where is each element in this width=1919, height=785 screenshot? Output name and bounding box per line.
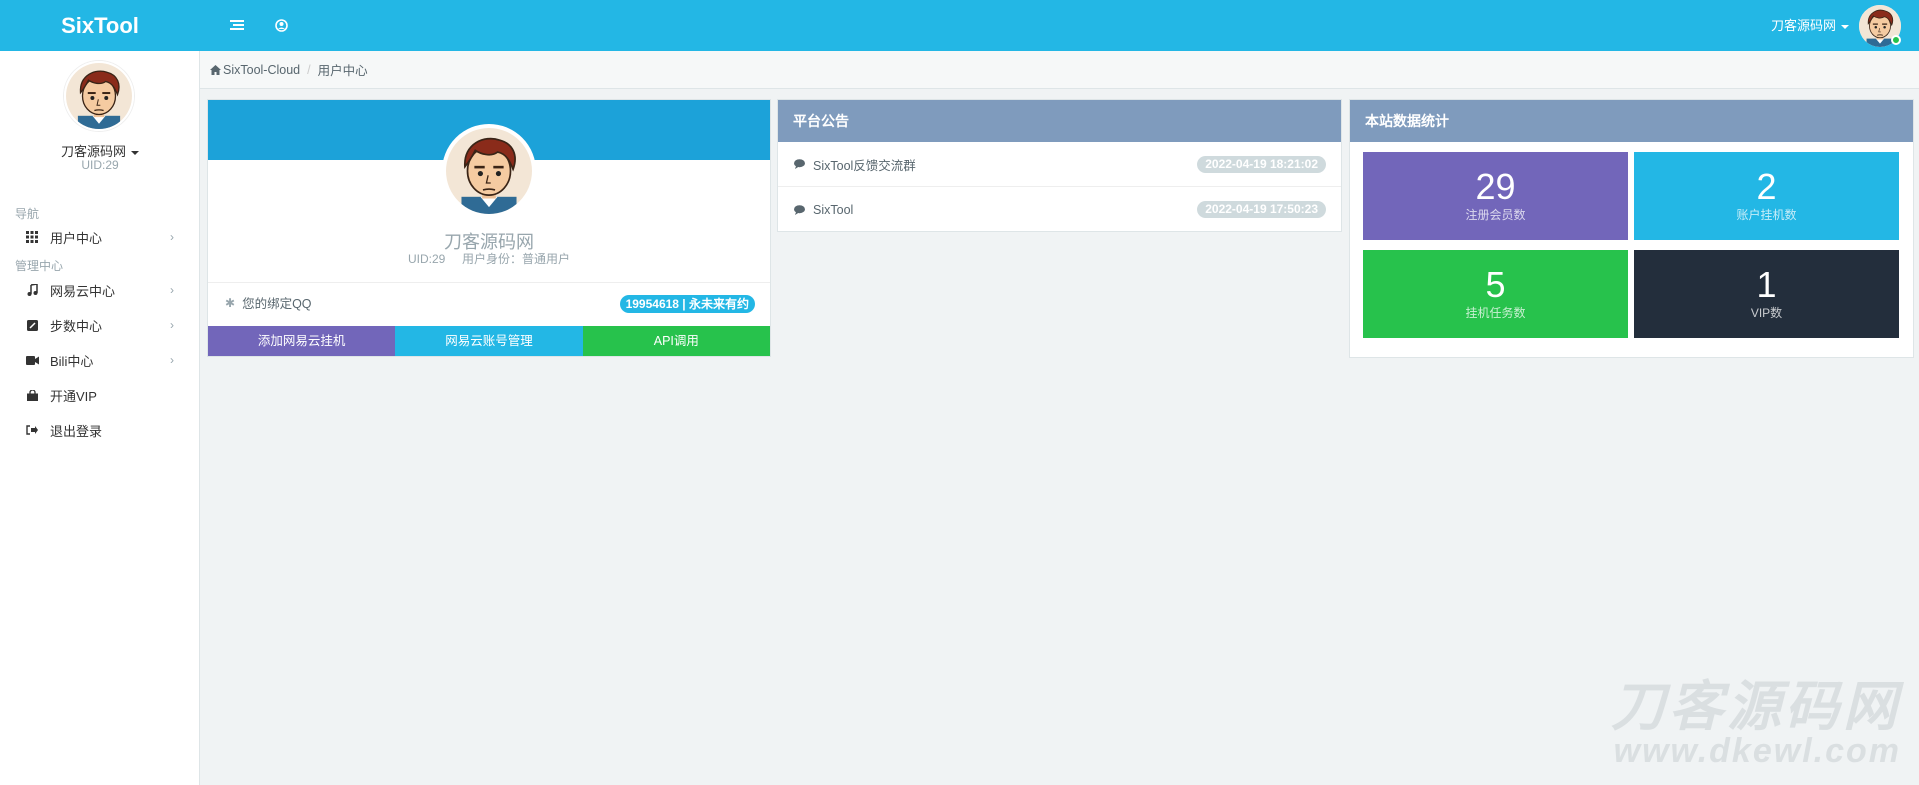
qq-label: 您的绑定QQ xyxy=(242,297,312,311)
notice-panel: 平台公告 SixTool反馈交流群 2022-04-19 18:21:02 Si… xyxy=(777,99,1342,232)
notice-item[interactable]: SixTool 2022-04-19 17:50:23 xyxy=(778,187,1341,232)
shopping-bag-icon xyxy=(24,387,40,403)
stat-hang-tasks: 5 挂机任务数 xyxy=(1363,250,1628,338)
sidebar-avatar[interactable] xyxy=(64,61,134,131)
watermark: 刀客源码网 www.dkewl.com xyxy=(1611,680,1901,768)
sidebar-item-steps[interactable]: 步数中心 › xyxy=(0,309,200,341)
notice-time: 2022-04-19 17:50:23 xyxy=(1197,201,1326,218)
sidebar: 刀客源码网 UID:29 导航 用户中心 › 管理中心 网易云中心 › 步数中心… xyxy=(0,51,200,785)
netease-account-manage-button[interactable]: 网易云账号管理 xyxy=(395,326,583,356)
comment-icon xyxy=(794,204,805,215)
logout-icon xyxy=(24,422,40,438)
comment-icon xyxy=(794,159,805,169)
chevron-down-icon xyxy=(1841,24,1849,29)
stat-label: 账户挂机数 xyxy=(1736,208,1797,222)
profile-uid-role: UID:29 用户身份：普通用户 xyxy=(407,252,571,266)
sidebar-item-label: 步数中心 xyxy=(50,318,103,334)
watermark-url: www.dkewl.com xyxy=(1613,732,1901,770)
nav-section-header: 导航 xyxy=(15,207,40,221)
notice-text: SixTool xyxy=(813,202,854,217)
action-buttons: 添加网易云挂机 网易云账号管理 API调用 xyxy=(208,326,770,356)
notice-title: 平台公告 xyxy=(778,100,1341,142)
stat-vip-count: 1 VIP数 xyxy=(1634,250,1899,338)
sidebar-item-logout[interactable]: 退出登录 xyxy=(0,414,200,446)
online-status-dot xyxy=(1891,35,1901,45)
breadcrumb-current: 用户中心 xyxy=(317,64,368,78)
top-navbar: SixTool 刀客源码网 xyxy=(0,0,1919,51)
sidebar-item-vip[interactable]: 开通VIP xyxy=(0,379,200,411)
user-dropdown[interactable]: 刀客源码网 xyxy=(1771,0,1849,51)
sidebar-item-bili[interactable]: Bili中心 › xyxy=(0,344,200,376)
sidebar-item-label: 网易云中心 xyxy=(50,283,116,299)
notice-text: SixTool反馈交流群 xyxy=(813,158,916,173)
qq-binding-row: ✱ 您的绑定QQ 19954618 | 永未来有约 xyxy=(208,282,770,322)
grid-icon xyxy=(24,229,40,245)
sidebar-item-label: 开通VIP xyxy=(50,388,97,404)
stat-label: VIP数 xyxy=(1750,306,1783,320)
stats-title: 本站数据统计 xyxy=(1350,100,1913,142)
notice-time: 2022-04-19 18:21:02 xyxy=(1197,156,1326,173)
stat-label: 注册会员数 xyxy=(1465,208,1526,222)
chevron-down-icon xyxy=(131,150,139,155)
user-name: 刀客源码网 xyxy=(1770,18,1836,33)
add-netease-hang-button[interactable]: 添加网易云挂机 xyxy=(208,326,396,356)
sidebar-item-label: 用户中心 xyxy=(50,230,103,246)
sidebar-user-name: 刀客源码网 xyxy=(60,144,126,159)
music-icon xyxy=(24,282,40,298)
sidebar-uid: UID:29 xyxy=(81,158,119,172)
chevron-right-icon: › xyxy=(170,318,174,332)
stat-value: 2 xyxy=(1756,166,1777,207)
sidebar-item-label: 退出登录 xyxy=(50,423,103,439)
chevron-right-icon: › xyxy=(170,230,174,244)
stat-registered-members: 29 注册会员数 xyxy=(1363,152,1628,240)
qq-badge: 19954618 | 永未来有约 xyxy=(619,295,755,313)
chevron-right-icon: › xyxy=(170,283,174,297)
sidebar-item-label: Bili中心 xyxy=(50,353,94,369)
brand-logo[interactable]: SixTool xyxy=(0,0,200,51)
stat-label: 挂机任务数 xyxy=(1465,306,1526,320)
home-icon xyxy=(210,64,221,75)
stats-panel: 本站数据统计 29 注册会员数 2 账户挂机数 5 挂机任务数 1 VIP数 xyxy=(1349,99,1914,358)
list-icon[interactable] xyxy=(226,14,248,36)
api-call-button[interactable]: API调用 xyxy=(582,326,770,356)
breadcrumb-separator: / xyxy=(307,62,311,77)
steps-icon xyxy=(24,317,40,333)
chevron-right-icon: › xyxy=(170,353,174,367)
notice-item[interactable]: SixTool反馈交流群 2022-04-19 18:21:02 xyxy=(778,142,1341,187)
stat-value: 5 xyxy=(1485,264,1506,305)
breadcrumb-home-link[interactable]: SixTool-Cloud xyxy=(223,63,300,77)
stat-account-hangs: 2 账户挂机数 xyxy=(1634,152,1899,240)
profile-avatar xyxy=(442,124,536,218)
breadcrumb: SixTool-Cloud / 用户中心 xyxy=(200,51,1919,89)
asterisk-icon: ✱ xyxy=(225,295,236,310)
profile-panel: 刀客源码网 UID:29 用户身份：普通用户 ✱ 您的绑定QQ 19954618… xyxy=(207,99,771,357)
admin-section-header: 管理中心 xyxy=(15,259,64,273)
watermark-title: 刀客源码网 xyxy=(1611,677,1901,737)
sidebar-item-user-center[interactable]: 用户中心 › xyxy=(0,221,200,253)
sidebar-item-netease[interactable]: 网易云中心 › xyxy=(0,274,200,306)
user-circle-icon[interactable] xyxy=(270,14,292,36)
stat-value: 1 xyxy=(1756,264,1777,305)
stat-value: 29 xyxy=(1475,166,1516,207)
video-icon xyxy=(24,352,40,368)
